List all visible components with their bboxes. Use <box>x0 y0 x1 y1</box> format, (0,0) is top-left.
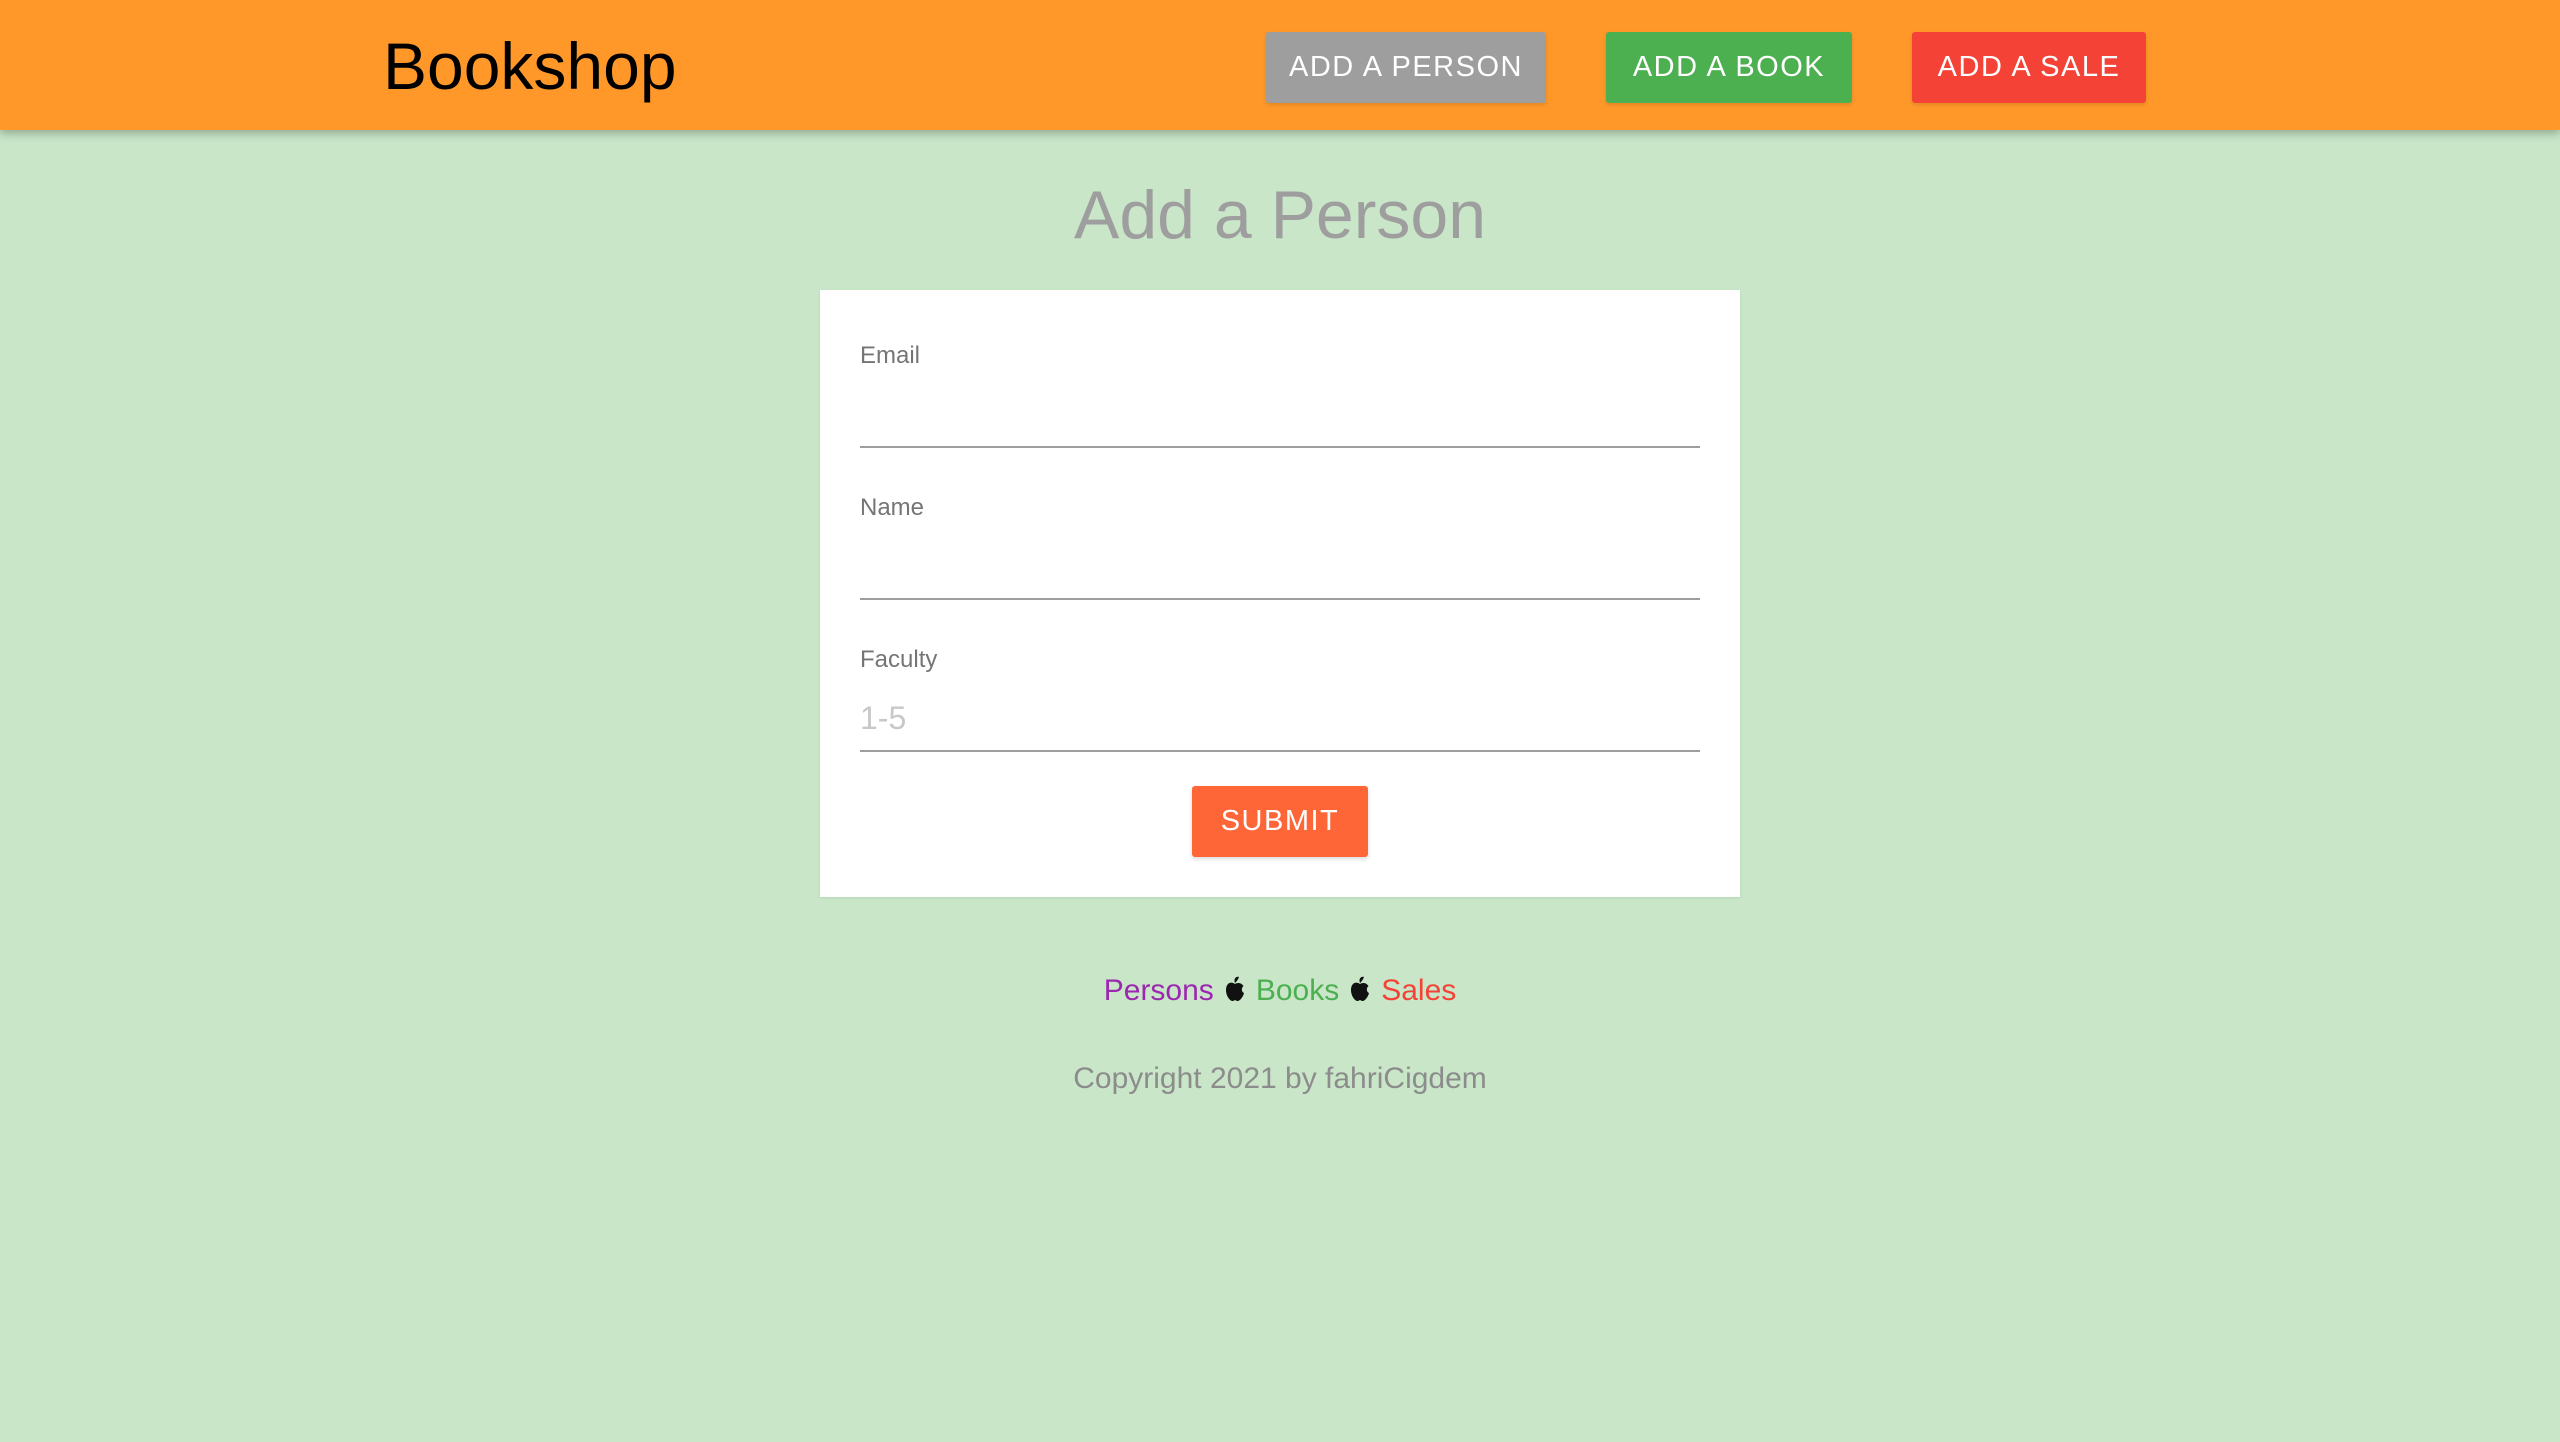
email-input[interactable] <box>860 382 1700 448</box>
navbar: Bookshop ADD A PERSON ADD A BOOK ADD A S… <box>0 0 2560 130</box>
add-sale-button[interactable]: ADD A SALE <box>1912 32 2146 103</box>
add-person-form: Email Name Faculty SUBMIT <box>820 290 1740 897</box>
name-input[interactable] <box>860 534 1700 600</box>
name-label: Name <box>860 494 925 521</box>
email-label: Email <box>860 342 921 369</box>
footer-links: Persons Books Sales <box>0 970 2560 1012</box>
footer-link-persons[interactable]: Persons <box>1104 974 1214 1007</box>
apple-icon <box>1351 976 1370 1001</box>
add-book-button[interactable]: ADD A BOOK <box>1606 32 1852 103</box>
page-title: Add a Person <box>1073 177 1487 253</box>
submit-button[interactable]: SUBMIT <box>1192 786 1368 857</box>
footer-link-books[interactable]: Books <box>1256 974 1339 1007</box>
faculty-input[interactable] <box>860 686 1700 752</box>
faculty-label: Faculty <box>860 646 938 673</box>
brand-logo[interactable]: Bookshop <box>383 30 677 102</box>
apple-icon <box>1225 976 1244 1001</box>
add-person-button[interactable]: ADD A PERSON <box>1266 32 1546 103</box>
footer-link-sales[interactable]: Sales <box>1381 974 1456 1007</box>
copyright-text: Copyright 2021 by fahriCigdem <box>1073 1062 1487 1095</box>
